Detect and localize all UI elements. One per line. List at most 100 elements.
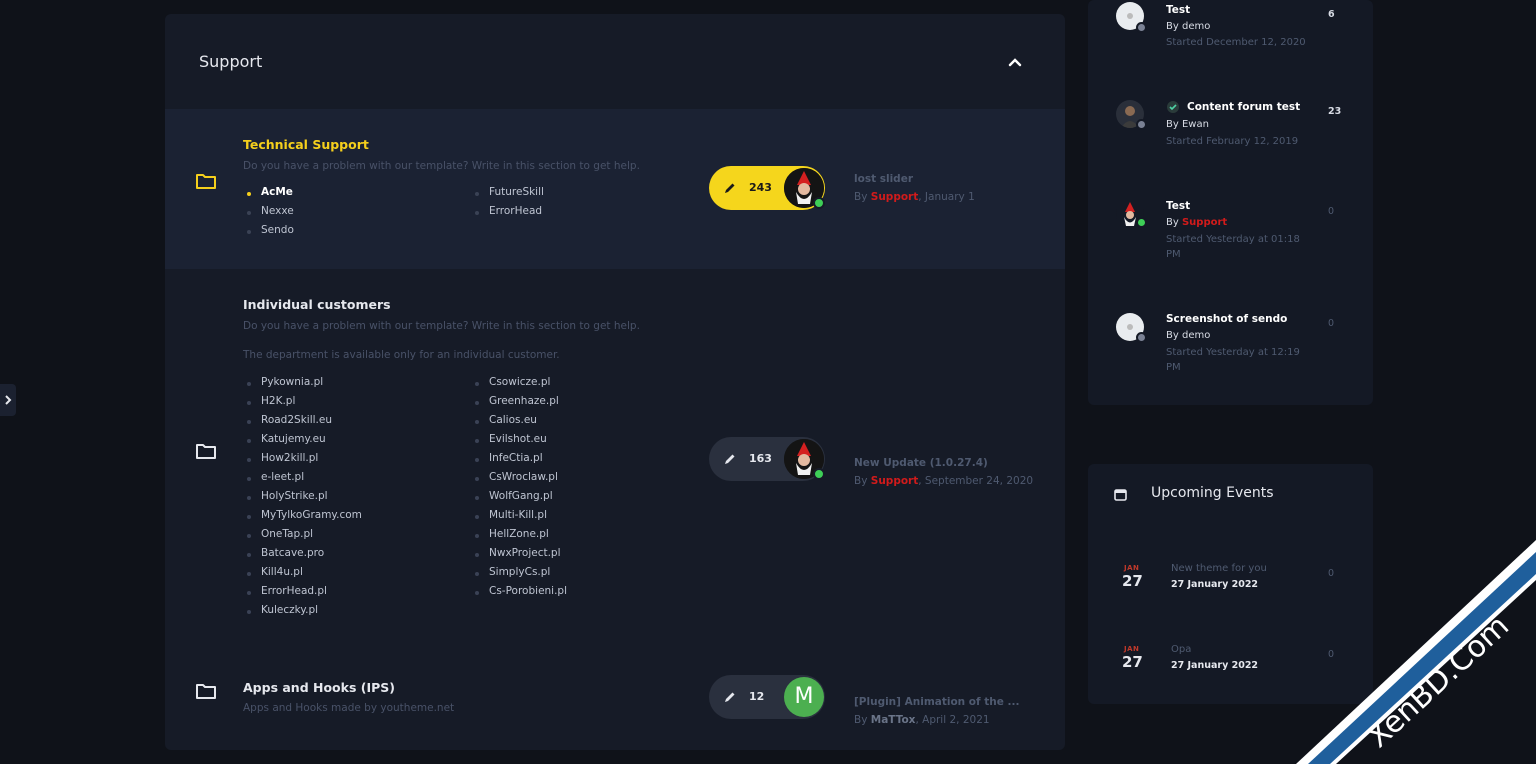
subforum-link[interactable]: Katujemy.eu xyxy=(247,433,326,445)
offline-indicator xyxy=(1136,332,1147,343)
subforum-link[interactable]: OneTap.pl xyxy=(246,528,313,540)
subforum-link[interactable]: SimplyCs.pl xyxy=(474,566,550,578)
watermark-ribbon: XenBD.Com xyxy=(1296,540,1536,764)
subforum-link[interactable]: Evilshot.eu xyxy=(475,433,547,445)
folder-icon xyxy=(196,444,216,459)
post-count-pill[interactable]: 163 xyxy=(709,437,825,481)
subforum-link[interactable]: ErrorHead.pl xyxy=(247,585,327,597)
category-title[interactable]: Technical Support xyxy=(243,137,369,152)
subforum-link[interactable]: HolyStrike.pl xyxy=(247,490,328,502)
subforum-link[interactable]: Pykownia.pl xyxy=(246,376,323,388)
post-count: 163 xyxy=(749,452,772,465)
post-count: 243 xyxy=(749,181,772,194)
support-section: Support Technical Support Do you have a … xyxy=(165,14,1065,750)
recent-topics-widget: Test By demo Started December 12, 2020 6… xyxy=(1088,0,1373,405)
subforum-link[interactable]: CsWroclaw.pl xyxy=(475,471,558,483)
last-post-meta: By Support, September 24, 2020 xyxy=(854,475,1033,487)
last-post-author[interactable]: Support xyxy=(871,475,918,487)
category-title[interactable]: Individual customers xyxy=(243,297,391,312)
by-prefix: By xyxy=(854,475,871,487)
collapse-button[interactable] xyxy=(1003,51,1027,75)
chevron-up-icon xyxy=(1008,58,1022,67)
subforum-link[interactable]: Road2Skill.eu xyxy=(247,414,332,426)
subforum-link[interactable]: e-leet.pl xyxy=(246,471,304,483)
category-row: Technical Support Do you have a problem … xyxy=(165,109,1065,269)
last-post-author[interactable]: Support xyxy=(871,191,918,203)
topic-item[interactable]: Test By Support Started Yesterday at 01:… xyxy=(1088,197,1373,297)
category-row: Apps and Hooks (IPS) Apps and Hooks made… xyxy=(165,654,1065,750)
last-post-date: , April 2, 2021 xyxy=(915,714,990,726)
post-count-pill[interactable]: 12 M xyxy=(709,675,825,719)
event-month: JAN xyxy=(1124,564,1140,572)
topic-title[interactable]: Test xyxy=(1166,200,1190,212)
chevron-right-icon xyxy=(5,395,12,405)
reply-count: 0 xyxy=(1328,318,1335,329)
category-description: Do you have a problem with our template?… xyxy=(243,320,640,332)
last-post-date: , January 1 xyxy=(918,191,975,203)
reply-count: 23 xyxy=(1328,106,1342,117)
event-day: 27 xyxy=(1122,572,1143,590)
watermark: XenBD.Com xyxy=(1296,540,1536,764)
subforum-link[interactable]: Calios.eu xyxy=(475,414,537,426)
event-name[interactable]: New theme for you xyxy=(1171,563,1267,574)
subforum-link[interactable]: NwxProject.pl xyxy=(475,547,561,559)
topic-item[interactable]: Screenshot of sendo By demo Started Yest… xyxy=(1088,310,1373,410)
post-count: 12 xyxy=(749,690,765,703)
subforum-link[interactable]: MyTylkoGramy.com xyxy=(247,509,362,521)
last-post-title[interactable]: [Plugin] Animation of the ... xyxy=(854,696,1019,708)
avatar[interactable]: M xyxy=(784,677,824,717)
subforum-link[interactable]: H2K.pl xyxy=(246,395,295,407)
topic-title[interactable]: Screenshot of sendo xyxy=(1166,313,1287,325)
subforum-link[interactable]: Kill4u.pl xyxy=(247,566,303,578)
reply-count: 6 xyxy=(1328,9,1335,20)
last-post-meta: By Support, January 1 xyxy=(854,191,975,203)
subforum-link[interactable]: InfeCtia.pl xyxy=(475,452,543,464)
event-day: 27 xyxy=(1122,653,1143,671)
event-date: 27 January 2022 xyxy=(1171,579,1259,590)
reply-count: 0 xyxy=(1328,206,1335,217)
pencil-icon xyxy=(725,454,735,464)
topic-item[interactable]: Test By demo Started December 12, 2020 6 xyxy=(1088,0,1373,100)
subforum-link[interactable]: Cs-Porobieni.pl xyxy=(474,585,567,597)
topic-title[interactable]: Content forum test xyxy=(1187,101,1300,113)
by-prefix: By xyxy=(854,191,871,203)
post-count-pill[interactable]: 243 xyxy=(709,166,825,210)
last-post-title[interactable]: New Update (1.0.27.4) xyxy=(854,457,988,469)
category-note: The department is available only for an … xyxy=(243,349,560,361)
topic-title[interactable]: Test xyxy=(1166,4,1190,16)
category-description: Apps and Hooks made by youtheme.net xyxy=(243,702,455,714)
subforum-link[interactable]: AcMe xyxy=(247,186,293,198)
folder-icon xyxy=(196,684,216,699)
event-month: JAN xyxy=(1124,645,1140,653)
subforum-link[interactable]: Csowicze.pl xyxy=(474,376,550,388)
pencil-icon xyxy=(725,183,735,193)
last-post-author[interactable]: MaTTox xyxy=(871,714,916,726)
subforum-link[interactable]: Sendo xyxy=(247,224,294,236)
category-description: Do you have a problem with our template?… xyxy=(243,160,640,172)
subforum-link[interactable]: Nexxe xyxy=(247,205,294,217)
topic-started: Started December 12, 2020 xyxy=(1166,37,1306,48)
subforum-link[interactable]: Greenhaze.pl xyxy=(475,395,559,407)
subforum-link[interactable]: WolfGang.pl xyxy=(475,490,553,502)
event-name[interactable]: Opa xyxy=(1171,644,1191,655)
topic-item[interactable]: Content forum test By Ewan Started Febru… xyxy=(1088,97,1373,197)
subforum-link[interactable]: Kuleczky.pl xyxy=(246,604,318,616)
offline-indicator xyxy=(1136,22,1147,33)
topic-started: Started Yesterday at 01:18 PM xyxy=(1166,234,1300,260)
online-indicator xyxy=(1136,217,1147,228)
category-title[interactable]: Apps and Hooks (IPS) xyxy=(243,680,395,695)
subforum-link[interactable]: ErrorHead xyxy=(474,205,542,217)
subforum-link[interactable]: Multi-Kill.pl xyxy=(474,509,547,521)
topic-author: By Ewan xyxy=(1166,119,1209,130)
category-row: Individual customers Do you have a probl… xyxy=(165,269,1065,654)
sidebar-toggle-button[interactable] xyxy=(0,384,16,416)
subforum-link[interactable]: FutureSkill xyxy=(475,186,544,198)
event-date: 27 January 2022 xyxy=(1171,660,1259,671)
topic-started: Started February 12, 2019 xyxy=(1166,136,1299,147)
folder-icon xyxy=(196,174,216,189)
last-post-title[interactable]: lost slider xyxy=(854,173,913,185)
subforum-link[interactable]: How2kill.pl xyxy=(246,452,318,464)
topic-started: Started Yesterday at 12:19 PM xyxy=(1166,347,1300,373)
subforum-link[interactable]: Batcave.pro xyxy=(246,547,324,559)
subforum-link[interactable]: HellZone.pl xyxy=(475,528,549,540)
